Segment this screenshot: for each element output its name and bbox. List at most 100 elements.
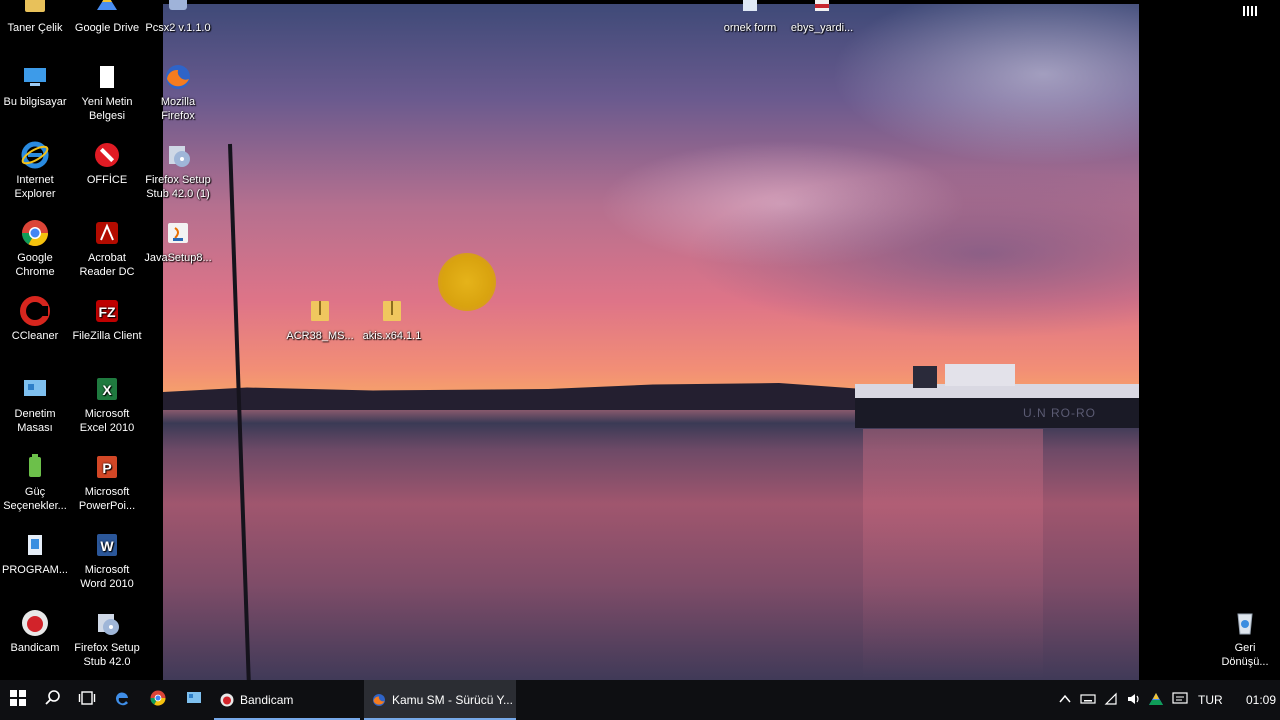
desktop-icon-guc-secenekleri[interactable]: Güç Seçenekler... [0,452,70,513]
desktop-icon-mozilla-firefox[interactable]: Mozilla Firefox [143,62,213,123]
desktop-icon-pcsx2[interactable]: Pcsx2 v.1.1.0 [143,0,213,35]
desktop-icon-geri-donusum[interactable]: Geri Dönüşü... [1210,608,1280,669]
desktop-icon-label: Mozilla Firefox [160,96,196,122]
bandicam-icon [20,608,50,638]
desktop-icon-label: Microsoft PowerPoi... [78,486,136,512]
filezilla-icon: FZ [92,296,122,326]
firefox-icon [372,693,386,707]
desktop-icon-google-drive[interactable]: Google Drive [72,0,142,35]
taskbar-control-panel-button[interactable] [176,680,212,720]
no-entry-icon [92,140,122,170]
task-view-button[interactable] [70,680,104,720]
svg-text:X: X [102,382,112,398]
desktop-icon-label: Internet Explorer [14,174,56,200]
taskbar-task-firefox[interactable]: Kamu SM - Sürücü Y... [364,680,516,720]
search-icon [44,689,62,712]
desktop-icon-ccleaner[interactable]: CCleaner [0,296,70,343]
pdf-document-icon [807,0,837,18]
folder-zip-icon [377,296,407,326]
google-drive-icon [92,0,122,18]
chevron-up-icon [1058,692,1072,709]
tray-language-indicator[interactable]: TUR [1198,680,1224,720]
desktop-icon-office[interactable]: OFFİCE [72,140,142,187]
desktop-icon-label: FileZilla Client [72,330,142,342]
desktop-icon-yeni-metin-belgesi[interactable]: Yeni Metin Belgesi [72,62,142,123]
desktop-icon-label: Bandicam [10,642,60,654]
desktop-icon-label: Microsoft Word 2010 [80,564,134,590]
desktop-icon-acr38-folder[interactable]: ACR38_MS... [285,296,355,343]
wallpaper-fishing-rod [228,143,251,680]
speaker-icon [1126,692,1142,709]
desktop-icon-label: ebys_yardi... [790,22,854,34]
desktop-icon-label: Taner Çelik [7,22,63,34]
tray-overflow-button[interactable] [1058,680,1074,720]
wallpaper-ship-hull [855,398,1139,428]
start-button[interactable] [0,680,36,720]
installer-icon [20,530,50,560]
desktop-icon-label: Yeni Metin Belgesi [81,96,133,122]
desktop-icon-excel[interactable]: X Microsoft Excel 2010 [72,374,142,435]
svg-text:FZ: FZ [98,304,116,320]
wallpaper-reflection [863,429,1043,679]
chrome-icon [149,689,167,712]
control-panel-icon [20,374,50,404]
taskbar: Bandicam Kamu SM - Sürücü Y... TUR 01:09 [0,680,1280,720]
desktop-icon-internet-explorer[interactable]: Internet Explorer [0,140,70,201]
desktop-icon-label: Google Drive [74,22,140,34]
taskbar-edge-button[interactable] [104,680,140,720]
tray-clock[interactable]: 01:09 [1246,680,1278,720]
control-panel-icon [185,689,203,712]
document-icon [735,0,765,18]
tray-network-button[interactable] [1104,680,1122,720]
recycle-bin-icon [1230,608,1260,638]
svg-text:P: P [102,460,111,476]
desktop-icon-google-chrome[interactable]: Google Chrome [0,218,70,279]
battery-icon [20,452,50,482]
desktop-icon-label: Firefox Setup Stub 42.0 (1) [145,174,211,200]
desktop-icon-word[interactable]: W Microsoft Word 2010 [72,530,142,591]
firefox-icon [163,62,193,92]
powerpoint-icon: P [92,452,122,482]
tray-notifications-button[interactable] [1172,680,1190,720]
taskbar-chrome-button[interactable] [140,680,176,720]
desktop-icon-label: ornek form [723,22,777,34]
taskbar-task-label: Bandicam [240,693,294,707]
tray-keyboard-button[interactable] [1080,680,1098,720]
desktop-icon-ebys-yardim[interactable]: ebys_yardi... [787,0,857,35]
desktop-icon-filezilla[interactable]: FZ FileZilla Client [72,296,142,343]
desktop-icon-bu-bilgisayar[interactable]: Bu bilgisayar [0,62,70,109]
cursor-highlight [438,253,496,311]
folder-zip-icon [305,296,335,326]
tray-volume-button[interactable] [1126,680,1144,720]
tray-google-drive-button[interactable] [1148,680,1168,720]
taskbar-task-bandicam[interactable]: Bandicam [214,680,360,720]
desktop-icon-javasetup[interactable]: JavaSetup8... [143,218,213,265]
excel-icon: X [92,374,122,404]
desktop-icon-powerpoint[interactable]: P Microsoft PowerPoi... [72,452,142,513]
keyboard-icon [1080,692,1096,709]
ccleaner-icon [20,296,50,326]
task-view-icon [78,689,96,712]
desktop-icon-program[interactable]: PROGRAM... [0,530,70,577]
desktop-icon-bandicam[interactable]: Bandicam [0,608,70,655]
desktop-icon-label: ACR38_MS... [286,330,354,342]
desktop-icon-label: Bu bilgisayar [3,96,67,108]
desktop-icon-firefox-setup-stub[interactable]: Firefox Setup Stub 42.0 [72,608,142,669]
desktop-icon-label: CCleaner [11,330,59,342]
desktop-icon-label: JavaSetup8... [144,252,212,264]
desktop-icon-ornek-form[interactable]: ornek form [715,0,785,35]
desktop-icon-firefox-setup-stub-1[interactable]: Firefox Setup Stub 42.0 (1) [143,140,213,201]
desktop-icon-taner-celik[interactable]: Taner Çelik [0,0,70,35]
text-document-icon [92,62,122,92]
search-button[interactable] [36,680,70,720]
wallpaper-ship-bridge [945,364,1015,386]
desktop-icon-label: Güç Seçenekler... [3,486,67,512]
desktop-icon-label: PROGRAM... [1,564,68,576]
desktop-icon-label: Microsoft Excel 2010 [79,408,135,434]
desktop-icon-top-right[interactable] [1215,0,1280,21]
desktop-icon-denetim-masasi[interactable]: Denetim Masası [0,374,70,435]
desktop-icon-akis-folder[interactable]: akis.x64.1.1 [357,296,427,343]
svg-text:W: W [100,538,114,554]
barcode-icon [1235,0,1265,18]
desktop-icon-acrobat-reader[interactable]: Acrobat Reader DC [72,218,142,279]
